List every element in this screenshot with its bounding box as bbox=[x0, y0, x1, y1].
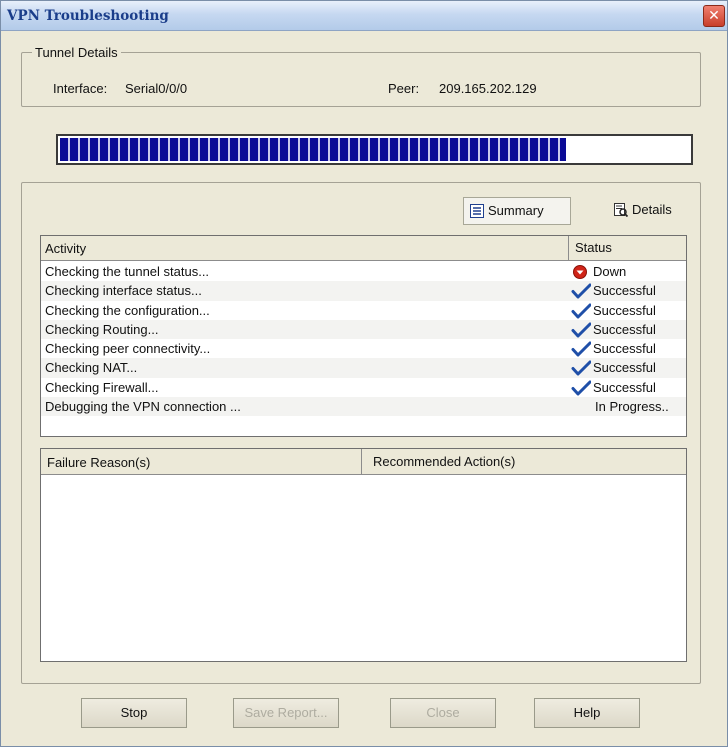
failure-table: Failure Reason(s) Recommended Action(s) bbox=[40, 448, 687, 662]
recommended-action-column-header[interactable]: Recommended Action(s) bbox=[361, 449, 686, 474]
peer-label: Peer: bbox=[388, 81, 420, 96]
progress-bar bbox=[56, 134, 693, 165]
failure-reason-column-header[interactable]: Failure Reason(s) bbox=[47, 455, 150, 470]
activity-cell: Checking the configuration... bbox=[45, 302, 210, 318]
activity-column-header[interactable]: Activity bbox=[45, 241, 86, 256]
activity-rows: Checking the tunnel status... Down Check… bbox=[41, 262, 686, 417]
activity-cell: Checking Routing... bbox=[45, 321, 159, 337]
status-text: Successful bbox=[593, 379, 656, 395]
activity-cell: Debugging the VPN connection ... bbox=[45, 399, 241, 415]
table-row[interactable]: Checking the tunnel status... Down bbox=[41, 262, 686, 281]
activity-cell: Checking peer connectivity... bbox=[45, 341, 211, 357]
status-text: Successful bbox=[593, 302, 656, 318]
checkmark-icon bbox=[571, 283, 591, 299]
status-text: Successful bbox=[593, 341, 656, 357]
table-row[interactable]: Checking Routing... Successful bbox=[41, 319, 686, 340]
title-bar: VPN Troubleshooting ✕ bbox=[1, 1, 727, 31]
checkmark-icon bbox=[571, 380, 591, 396]
checkmark-icon bbox=[571, 360, 591, 376]
vpn-troubleshooting-window: VPN Troubleshooting ✕ Tunnel Details Int… bbox=[0, 0, 728, 747]
activity-table: Activity Status Checking the tunnel stat… bbox=[40, 235, 687, 437]
checkmark-icon bbox=[571, 341, 591, 357]
status-text: Successful bbox=[593, 360, 656, 376]
dialog-content: Tunnel Details Interface: Serial0/0/0 Pe… bbox=[1, 32, 727, 746]
table-row[interactable]: Checking interface status... Successful bbox=[41, 281, 686, 301]
activity-cell: Checking NAT... bbox=[45, 360, 138, 376]
checkmark-icon bbox=[571, 322, 591, 338]
save-report-button[interactable]: Save Report... bbox=[233, 698, 339, 728]
table-row[interactable]: Checking the configuration... Successful bbox=[41, 301, 686, 320]
summary-label: Summary bbox=[488, 203, 544, 218]
interface-label: Interface: bbox=[53, 81, 108, 96]
summary-button[interactable]: Summary bbox=[463, 197, 571, 225]
activity-cell: Checking interface status... bbox=[45, 283, 202, 299]
activity-table-header: Activity Status bbox=[41, 236, 686, 261]
tunnel-details-legend: Tunnel Details bbox=[35, 45, 118, 60]
help-button[interactable]: Help bbox=[534, 698, 640, 728]
failure-table-header: Failure Reason(s) Recommended Action(s) bbox=[41, 449, 686, 475]
activity-cell: Checking Firewall... bbox=[45, 379, 159, 395]
status-column-header[interactable]: Status bbox=[568, 236, 686, 260]
checkmark-icon bbox=[571, 303, 591, 319]
status-text: In Progress.. bbox=[595, 399, 669, 415]
progress-fill bbox=[60, 138, 566, 161]
details-icon bbox=[614, 203, 628, 217]
status-text: Down bbox=[593, 264, 627, 279]
table-row[interactable]: Debugging the VPN connection ... In Prog… bbox=[41, 397, 686, 417]
status-text: Successful bbox=[593, 321, 656, 337]
results-panel: Summary Details Activity Status Checking… bbox=[21, 182, 701, 684]
interface-value: Serial0/0/0 bbox=[125, 81, 188, 96]
down-icon bbox=[573, 265, 587, 279]
peer-value: 209.165.202.129 bbox=[439, 81, 537, 96]
table-row[interactable]: Checking NAT... Successful bbox=[41, 358, 686, 378]
status-text: Successful bbox=[593, 283, 656, 299]
table-row[interactable]: Checking Firewall... Successful bbox=[41, 378, 686, 397]
details-button[interactable]: Details bbox=[608, 197, 696, 225]
close-button[interactable]: Close bbox=[390, 698, 496, 728]
tunnel-details-group: Tunnel Details Interface: Serial0/0/0 Pe… bbox=[21, 45, 701, 107]
list-icon bbox=[470, 204, 484, 218]
close-window-button[interactable]: ✕ bbox=[703, 5, 725, 27]
window-title: VPN Troubleshooting bbox=[7, 8, 169, 24]
table-row[interactable]: Checking peer connectivity... Successful bbox=[41, 339, 686, 358]
details-label: Details bbox=[632, 202, 672, 217]
stop-button[interactable]: Stop bbox=[81, 698, 187, 728]
activity-cell: Checking the tunnel status... bbox=[45, 264, 210, 279]
